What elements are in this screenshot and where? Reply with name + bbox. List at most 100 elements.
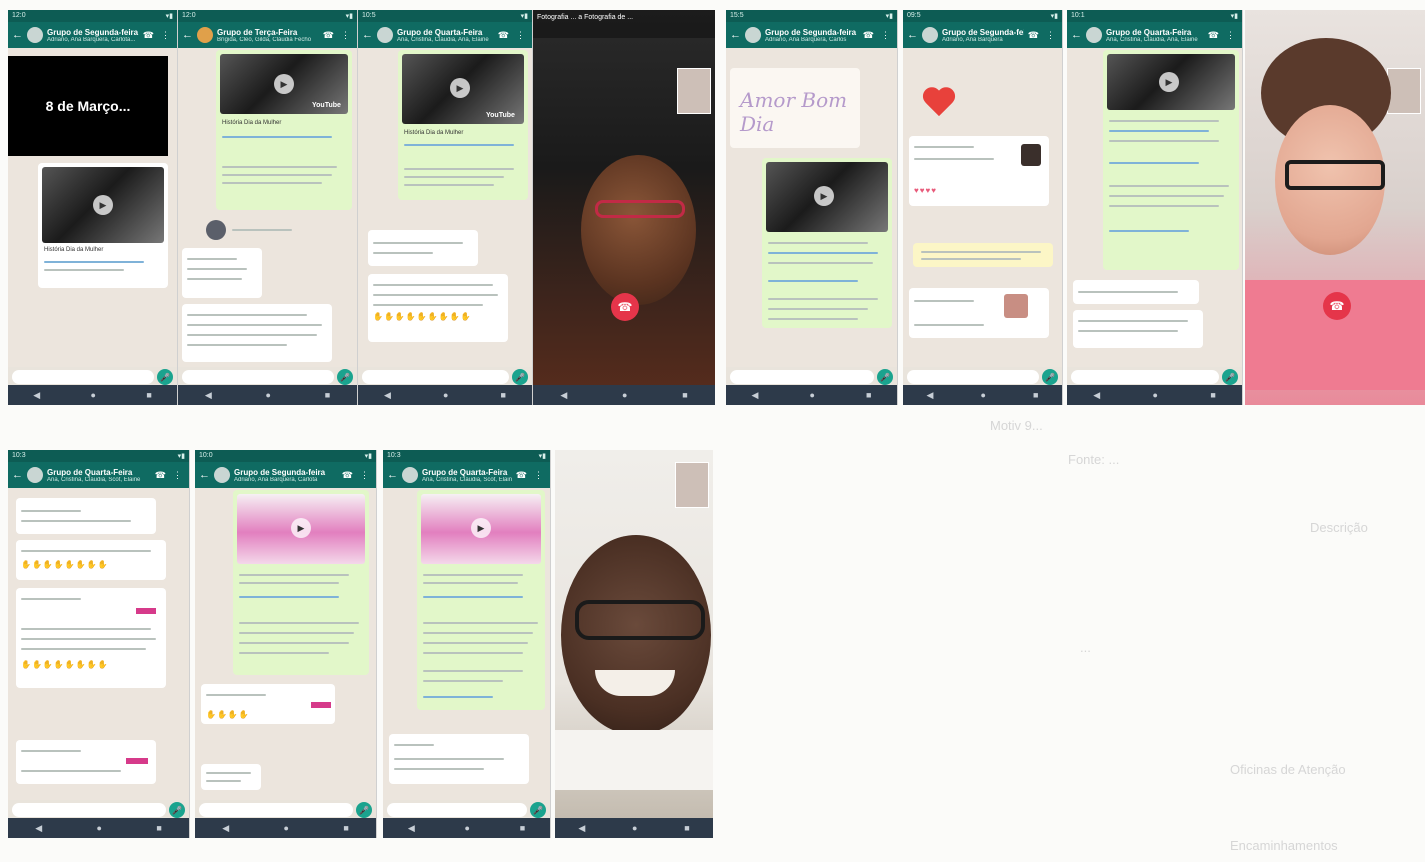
nav-recent-icon[interactable]: ■ (156, 823, 161, 833)
reply-message[interactable]: ♥♥♥♥ (909, 136, 1049, 206)
call-icon[interactable]: ☎ (1208, 30, 1222, 41)
back-arrow-icon[interactable]: ← (907, 29, 918, 41)
mic-icon[interactable]: 🎤 (356, 802, 372, 818)
chat-title-block[interactable]: Grupo de Segunda-feira Adriano, Ana Barq… (765, 28, 859, 43)
womens-day-banner[interactable]: 8 de Março... (8, 56, 168, 156)
text-message[interactable] (368, 230, 478, 266)
back-arrow-icon[interactable]: ← (1071, 29, 1082, 41)
play-icon[interactable]: ▶ (450, 78, 470, 98)
call-icon[interactable]: ☎ (143, 30, 157, 41)
chat-title-block[interactable]: Grupo de Segunda-feira Adriano, Ana Barq… (234, 468, 338, 483)
nav-recent-icon[interactable]: ■ (682, 390, 687, 400)
chat-area[interactable]: 8 de Março... ▶ História Dia da Mulher (8, 48, 177, 367)
chat-area[interactable]: ♥♥♥♥ (903, 48, 1062, 367)
nav-home-icon[interactable]: ● (91, 390, 96, 400)
message-input[interactable] (182, 370, 334, 384)
message-input[interactable] (12, 370, 154, 384)
nav-recent-icon[interactable]: ■ (343, 823, 348, 833)
group-avatar[interactable] (27, 467, 43, 483)
nav-back-icon[interactable]: ◀ (578, 823, 585, 834)
image-thumbnail[interactable] (1004, 294, 1028, 318)
nav-home-icon[interactable]: ● (622, 390, 627, 400)
group-avatar[interactable] (197, 27, 213, 43)
call-icon[interactable]: ☎ (1028, 30, 1042, 41)
mic-icon[interactable]: 🎤 (337, 369, 353, 385)
text-message[interactable]: ✋✋✋✋✋✋✋✋ (16, 588, 166, 688)
chat-title-block[interactable]: Grupo de Segunda-feira Adriano, Ana Barq… (47, 28, 139, 43)
call-icon[interactable]: ☎ (498, 30, 512, 41)
chat-title-block[interactable]: Grupo de Segunda-feira Adriano, Ana Barq… (942, 28, 1024, 43)
group-avatar[interactable] (402, 467, 418, 483)
nav-recent-icon[interactable]: ■ (1033, 390, 1038, 400)
group-avatar[interactable] (214, 467, 230, 483)
call-icon[interactable]: ☎ (342, 470, 356, 481)
call-icon[interactable]: ☎ (155, 470, 169, 481)
nav-home-icon[interactable]: ● (981, 390, 986, 400)
play-icon[interactable]: ▶ (814, 186, 834, 206)
menu-icon[interactable]: ⋮ (1046, 30, 1058, 41)
play-icon[interactable]: ▶ (274, 74, 294, 94)
menu-icon[interactable]: ⋮ (161, 30, 173, 41)
message-input[interactable] (199, 803, 353, 817)
text-message[interactable] (1073, 280, 1199, 304)
text-message[interactable] (182, 304, 332, 362)
play-icon[interactable]: ▶ (93, 195, 113, 215)
back-arrow-icon[interactable]: ← (12, 29, 23, 41)
nav-home-icon[interactable]: ● (97, 823, 102, 833)
nav-home-icon[interactable]: ● (810, 390, 815, 400)
menu-icon[interactable]: ⋮ (881, 30, 893, 41)
end-call-icon[interactable]: ☎ (1323, 292, 1351, 320)
mic-icon[interactable]: 🎤 (512, 369, 528, 385)
nav-back-icon[interactable]: ◀ (1093, 390, 1100, 401)
nav-recent-icon[interactable]: ■ (520, 823, 525, 833)
chat-area[interactable]: ✋✋✋✋✋✋✋✋ ✋✋✋✋✋✋✋✋ (8, 488, 189, 800)
mic-icon[interactable]: 🎤 (1042, 369, 1058, 385)
play-icon[interactable]: ▶ (1159, 72, 1179, 92)
video-message[interactable]: ▶ (1103, 50, 1239, 270)
nav-back-icon[interactable]: ◀ (222, 823, 229, 834)
text-message[interactable] (201, 764, 261, 790)
text-message[interactable] (16, 740, 156, 784)
play-icon[interactable]: ▶ (291, 518, 311, 538)
nav-home-icon[interactable]: ● (1153, 390, 1158, 400)
message-input[interactable] (387, 803, 527, 817)
back-arrow-icon[interactable]: ← (199, 469, 210, 481)
menu-icon[interactable]: ⋮ (1226, 30, 1238, 41)
nav-recent-icon[interactable]: ■ (325, 390, 330, 400)
nav-recent-icon[interactable]: ■ (866, 390, 871, 400)
chat-area[interactable]: Amor Bom Dia ▶ (726, 48, 897, 367)
message-input[interactable] (907, 370, 1039, 384)
mic-icon[interactable]: 🎤 (1222, 369, 1238, 385)
nav-recent-icon[interactable]: ■ (684, 823, 689, 833)
nav-back-icon[interactable]: ◀ (33, 390, 40, 401)
chat-area[interactable]: ▶ ✋✋✋✋ (195, 488, 376, 800)
audio-waveform[interactable] (232, 229, 292, 231)
nav-back-icon[interactable]: ◀ (408, 823, 415, 834)
call-icon[interactable]: ☎ (863, 30, 877, 41)
menu-icon[interactable]: ⋮ (173, 470, 185, 481)
video-message[interactable]: ▶ YouTube História Dia da Mulher (216, 50, 352, 210)
group-avatar[interactable] (377, 27, 393, 43)
back-arrow-icon[interactable]: ← (12, 469, 23, 481)
chat-title-block[interactable]: Grupo de Quarta-Feira Ana, Cristina, Clá… (397, 28, 494, 43)
self-view-thumbnail[interactable] (675, 462, 709, 508)
video-message[interactable]: ▶ História Dia da Mulher (38, 163, 168, 288)
chat-title-block[interactable]: Grupo de Quarta-Feira Ana, Cristina, Clá… (47, 468, 151, 483)
chat-area[interactable]: ▶ (1067, 48, 1242, 367)
nav-home-icon[interactable]: ● (465, 823, 470, 833)
message-input[interactable] (362, 370, 509, 384)
message-input[interactable] (730, 370, 874, 384)
nav-back-icon[interactable]: ◀ (752, 390, 759, 401)
group-avatar[interactable] (1086, 27, 1102, 43)
video-message[interactable]: ▶ (417, 490, 545, 710)
text-message[interactable]: ✋✋✋✋✋✋✋✋✋ (368, 274, 508, 342)
text-message[interactable] (389, 734, 529, 784)
video-message[interactable]: ▶ (233, 490, 369, 675)
image-reply-message[interactable] (909, 288, 1049, 338)
end-call-icon[interactable]: ☎ (611, 293, 639, 321)
group-avatar[interactable] (922, 27, 938, 43)
mic-icon[interactable]: 🎤 (530, 802, 546, 818)
text-message[interactable] (182, 248, 262, 298)
chat-area[interactable]: ▶ (383, 488, 550, 800)
call-icon[interactable]: ☎ (516, 470, 530, 481)
